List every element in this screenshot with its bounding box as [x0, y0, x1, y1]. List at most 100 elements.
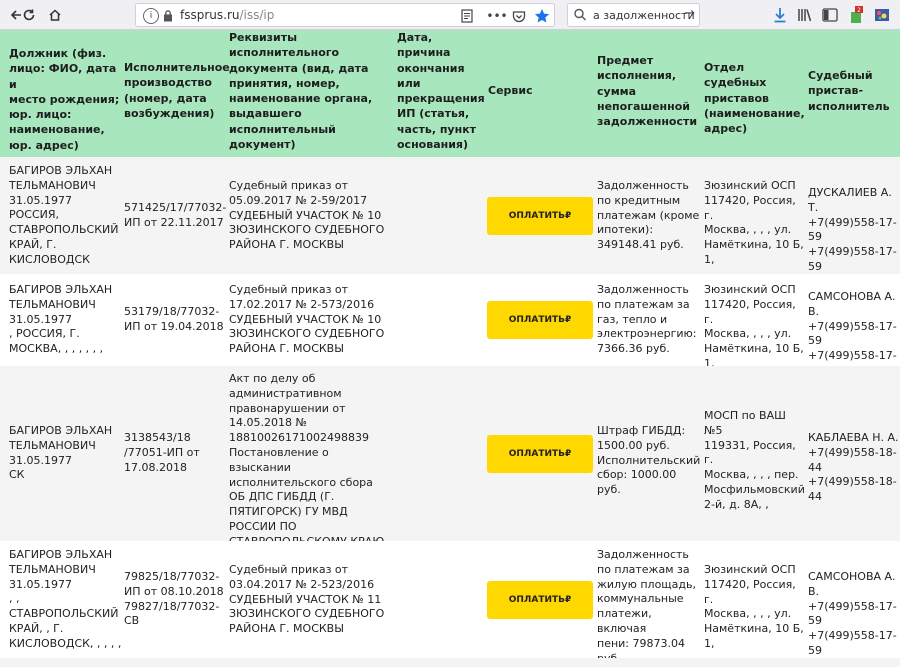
header-end-date: Дата, причина окончания или прекращения ИП (с… [397, 30, 485, 152]
text-line: Зюзинский ОСП [704, 283, 796, 296]
text-line: 79825/18/77032- [124, 570, 220, 583]
text-line: Москва, , , , ул. [704, 607, 792, 621]
text-line: ТЕЛЬМАНОВИЧ [9, 297, 96, 311]
pay-button[interactable]: ОПЛАТИТЬ₽ [487, 197, 593, 235]
text-line: 117420, Россия, г. [704, 297, 796, 326]
cell-proceeding: 571425/17/77032- ИП от 22.11.2017 [124, 201, 228, 231]
text-line: ТЕЛЬМАНОВИЧ [9, 178, 96, 192]
text-line: 1, [704, 636, 715, 650]
pocket-icon[interactable] [510, 7, 528, 25]
text-line: +7(499)558-17-59 [808, 245, 897, 273]
cell-department: Зюзинский ОСП 117420, Россия, г. Москва, ,… [704, 563, 806, 652]
text-line: +7(499)558-17-59 [808, 599, 897, 628]
text-line: правонарушении от [229, 401, 346, 415]
text-line: (номер, дата [124, 91, 207, 105]
text-line: 53179/18/77032- [124, 305, 220, 318]
text-line: САМСОНОВА А. [808, 570, 896, 583]
text-line: 17.02.2017 № 2-573/2016 [229, 297, 375, 311]
svg-text:2: 2 [857, 7, 861, 14]
address-bar[interactable]: i fssprus.ru/iss/ip ••• [135, 3, 555, 27]
cell-subject: Штраф ГИБДД: 1500.00 руб. Исполнительский с… [597, 424, 701, 498]
cell-debtor: БАГИРОВ ЭЛЬХАН ТЕЛЬМАНОВИЧ 31.05.1977, РОС… [9, 283, 123, 357]
text-line: Москва, , , , ул. [704, 327, 792, 341]
text-line: пени: 79873.04 [597, 636, 685, 650]
search-text[interactable]: а задолженности [593, 9, 695, 22]
table-row: БАГИРОВ ЭЛЬХАН ТЕЛЬМАНОВИЧ 31.05.1977 РОССИ… [0, 157, 900, 274]
library-icon[interactable] [795, 5, 815, 25]
text-line: Зюзинский ОСП [704, 563, 796, 576]
text-line: адрес) [704, 122, 748, 136]
text-line: исполнитель [808, 99, 890, 113]
info-icon[interactable]: i [143, 8, 159, 24]
text-line: документ) [229, 138, 296, 152]
reader-view-icon[interactable] [458, 7, 476, 25]
text-line: Сервис [488, 84, 533, 97]
cell-debtor: БАГИРОВ ЭЛЬХАН ТЕЛЬМАНОВИЧ 31.05.1977, , СТ… [9, 548, 123, 652]
pay-button[interactable]: ОПЛАТИТЬ₽ [487, 435, 593, 473]
text-line: 31.05.1977 [9, 453, 72, 467]
text-line: жилую площадь, [597, 577, 696, 591]
table-row-partial [0, 658, 900, 667]
cell-bailiff: КАБЛАЕВА Н. А. +7(499)558-18-44 +7(499)558… [808, 431, 900, 505]
cell-subject: Задолженность по платежам за жилую площадь… [597, 548, 701, 666]
text-line: САМСОНОВА А. [808, 290, 896, 303]
text-line: В. [808, 584, 820, 598]
cell-bailiff: САМСОНОВА А. В. +7(499)558-17-59 +7(499)558… [808, 570, 900, 659]
text-line: 117420, Россия, г. [704, 577, 796, 606]
cell-debtor: БАГИРОВ ЭЛЬХАН ТЕЛЬМАНОВИЧ 31.05.1977 СК [9, 424, 123, 483]
header-bailiff: Судебный пристав-исполнитель [808, 68, 900, 114]
text-line: 2-й, д. 8А, , [704, 497, 769, 511]
reload-icon[interactable] [19, 5, 39, 25]
cell-subject: Задолженность по платежам за газ, тепло иэ… [597, 283, 701, 357]
text-line: Москва, , , , ул. [704, 223, 792, 237]
extension-color-icon[interactable] [872, 5, 892, 25]
text-line: Дата, [397, 31, 433, 44]
text-line: БАГИРОВ ЭЛЬХАН [9, 548, 113, 561]
text-line: КАБЛАЕВА Н. А. [808, 431, 899, 444]
text-line: 1500.00 руб. [597, 438, 670, 452]
text-line: платежам (кроме [597, 208, 700, 222]
text-line: Реквизиты [229, 31, 298, 44]
text-line: по платежам за [597, 562, 690, 576]
table-row: БАГИРОВ ЭЛЬХАН ТЕЛЬМАНОВИЧ 31.05.1977, РОС… [0, 274, 900, 377]
text-line: Задолженность [597, 179, 689, 192]
text-line: БАГИРОВ ЭЛЬХАН [9, 164, 113, 177]
header-proceeding: Исполнительное производство (номер, дата во… [124, 60, 230, 121]
pay-button[interactable]: ОПЛАТИТЬ₽ [487, 581, 593, 619]
text-line: Отдел судебных [704, 61, 767, 90]
browser-toolbar: i fssprus.ru/iss/ip ••• а задолженности … [0, 0, 900, 30]
lock-icon [164, 10, 172, 22]
text-line: РАЙОНА Г. МОСКВЫ [229, 342, 344, 356]
url-text[interactable]: fssprus.ru/iss/ip [180, 8, 274, 22]
text-line: по платежам за [597, 297, 690, 311]
search-bar[interactable]: а задолженности → [567, 3, 700, 27]
home-icon[interactable] [45, 5, 65, 25]
text-line: /77051-ИП от [124, 445, 200, 459]
text-line: МОСП по ВАШ [704, 409, 786, 422]
download-icon[interactable] [770, 5, 790, 25]
text-line: 117420, Россия, г. [704, 193, 796, 222]
text-line: 3138543/18 [124, 431, 191, 444]
text-line: ПЯТИГОРСК) ГУ МВД [229, 505, 348, 519]
extension-icon[interactable]: 2 [846, 5, 866, 25]
text-line: Предмет [597, 54, 654, 67]
text-line: СТАВРОПОЛЬСКИЙ [9, 607, 119, 621]
header-debtor: Должник (физ. лицо: ФИО, дата и место рожд… [9, 46, 121, 153]
text-line: по кредитным [597, 193, 681, 207]
cell-department: Зюзинский ОСП 117420, Россия, г. Москва, ,… [704, 179, 806, 268]
text-line: лицо: ФИО, дата и [9, 62, 117, 91]
pay-button[interactable]: ОПЛАТИТЬ₽ [487, 301, 593, 339]
text-line: Должник (физ. [9, 47, 107, 60]
cell-document: Судебный приказ от 05.09.2017 № 2-59/2017… [229, 179, 394, 253]
text-line: Постановление о взыскании [229, 445, 329, 474]
page-actions-icon[interactable]: ••• [486, 7, 507, 25]
cell-debtor: БАГИРОВ ЭЛЬХАН ТЕЛЬМАНОВИЧ 31.05.1977 РОССИ… [9, 164, 123, 268]
cell-document: Акт по делу об административном правонаруш… [229, 372, 394, 550]
text-line: причина [397, 46, 451, 60]
text-line: СТАВРОПОЛЬСКИЙ [9, 223, 119, 237]
sidebar-icon[interactable] [820, 5, 840, 25]
search-go-icon[interactable]: → [684, 6, 695, 21]
bookmark-star-icon[interactable] [533, 7, 551, 25]
text-line: 17.08.2018 [124, 460, 187, 474]
text-line: 7366.36 руб. [597, 342, 670, 356]
